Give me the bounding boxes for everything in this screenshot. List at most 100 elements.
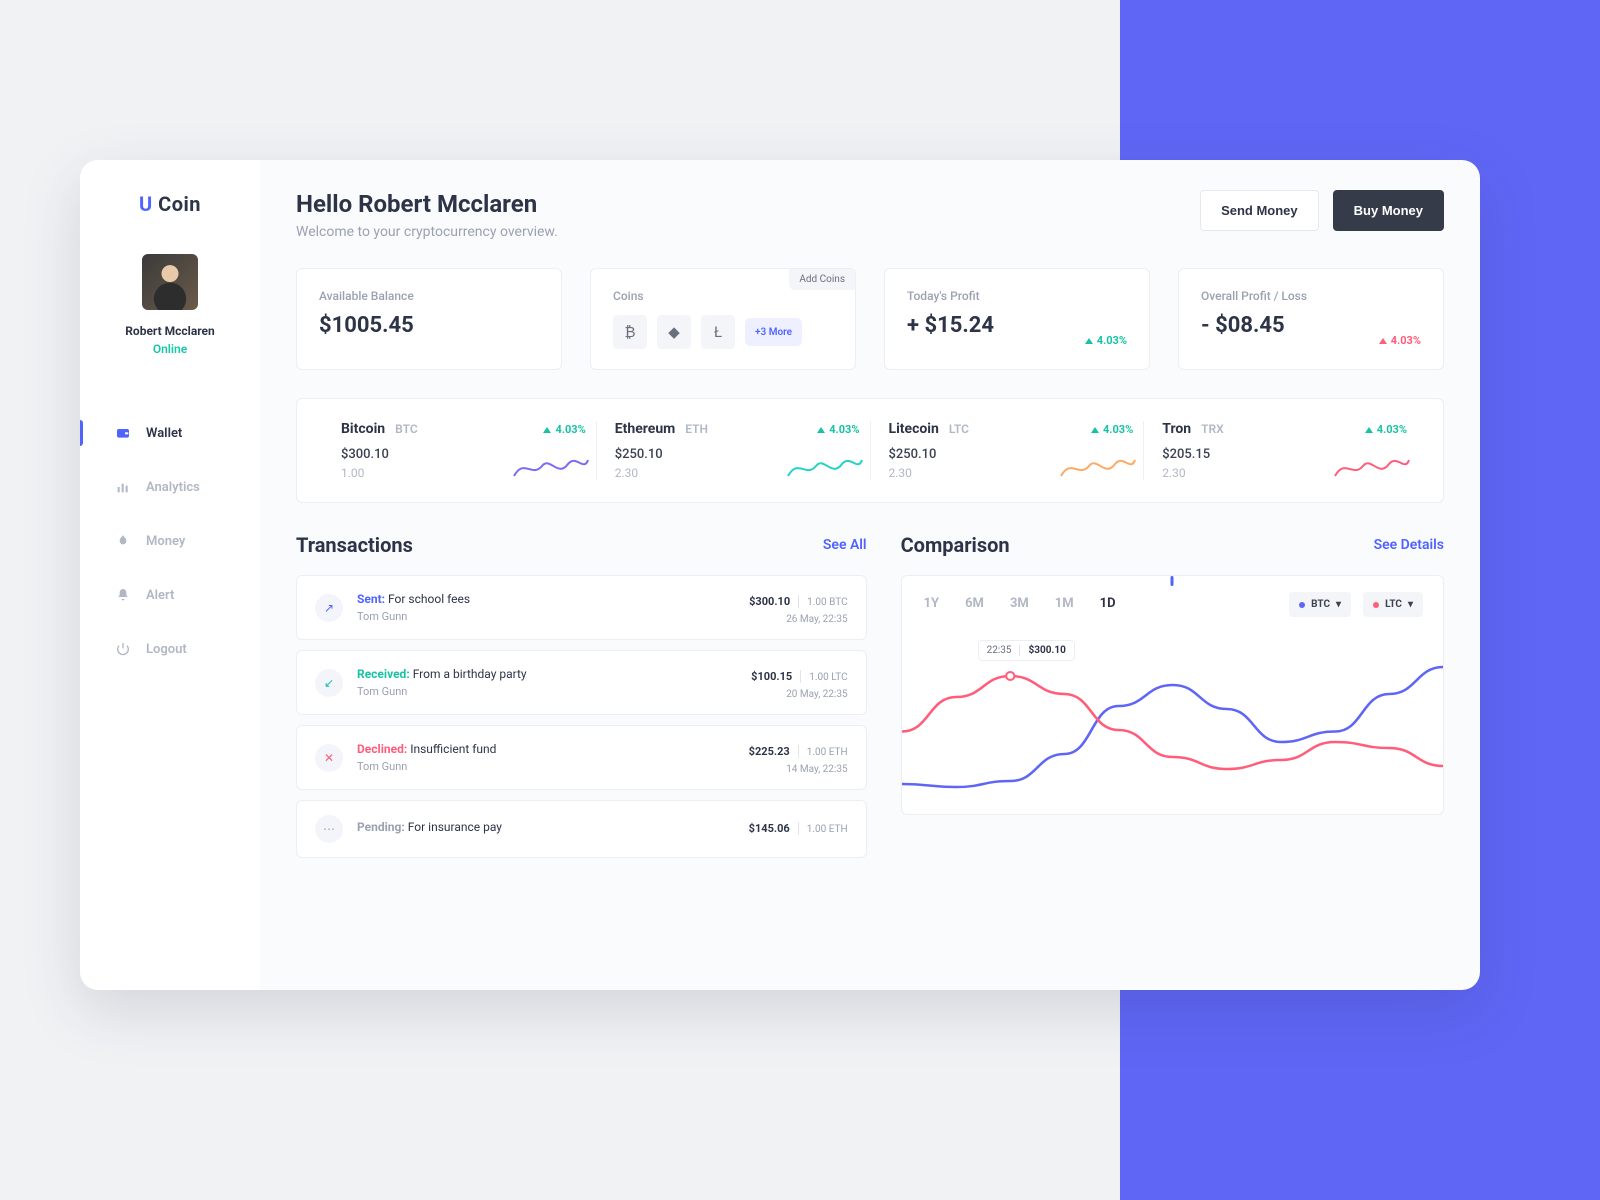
see-details-link[interactable]: See Details [1374,537,1444,553]
pct-change: 4.03% [543,423,585,436]
transactions-panel: Transactions See All ↗ Sent: For school … [296,533,867,868]
wallet-icon [114,424,132,442]
coin-name: Litecoin [889,421,939,437]
tx-status-icon: ✕ [315,744,343,772]
user-name: Robert Mcclaren [125,324,215,338]
nav-label: Analytics [146,480,200,495]
tx-coin-amount: 1.00 BTC [807,597,847,608]
buy-money-button[interactable]: Buy Money [1333,190,1444,231]
summary-cards: Available Balance $1005.45 Add Coins Coi… [296,268,1444,370]
transaction-row[interactable]: ↗ Sent: For school fees Tom Gunn $300.10… [296,575,867,640]
pct-change: 4.03% [1085,334,1127,347]
nav-logout[interactable]: Logout [80,622,260,676]
tx-counterparty: Tom Gunn [357,610,735,623]
range-3m[interactable]: 3M [1010,596,1029,611]
card-label: Overall Profit / Loss [1201,289,1421,303]
coin-chip-btc[interactable]: ₿ [613,315,647,349]
tx-counterparty: Tom Gunn [357,685,737,698]
see-all-link[interactable]: See All [823,537,867,553]
tx-counterparty: Tom Gunn [357,760,735,773]
more-coins-button[interactable]: +3 More [745,318,802,346]
sparkline [1059,452,1137,482]
main: Hello Robert Mcclaren Welcome to your cr… [260,160,1480,990]
pct-change: 4.03% [1091,423,1133,436]
money-icon [114,532,132,550]
tx-desc: For insurance pay [408,820,502,834]
coin-name: Bitcoin [341,421,385,437]
tx-amount: $300.10 [749,595,799,608]
tx-status: Pending: [357,820,405,834]
range-6m[interactable]: 6M [965,596,984,611]
nav-label: Alert [146,588,174,603]
bell-icon [114,586,132,604]
range-1y[interactable]: 1Y [924,596,940,611]
tx-date: 20 May, 22:35 [751,689,847,700]
nav: Wallet Analytics Money Alert Logout [80,406,260,676]
tx-amount: $225.23 [749,745,799,758]
nav-alert[interactable]: Alert [80,568,260,622]
sparkline [512,452,590,482]
pct-change: 4.03% [817,423,859,436]
coin-cell[interactable]: BitcoinBTC $300.10 1.00 4.03% [323,421,596,480]
tx-status: Received: [357,667,410,681]
send-money-button[interactable]: Send Money [1200,190,1319,231]
card-balance: Available Balance $1005.45 [296,268,562,370]
avatar[interactable] [142,254,198,310]
transaction-row[interactable]: ⋯ Pending: For insurance pay $145.061.00… [296,800,867,858]
logo: U Coin [139,192,201,216]
series-select-ltc[interactable]: LTC▾ [1363,592,1423,617]
add-coins-button[interactable]: Add Coins [789,269,855,290]
user-block: Robert Mcclaren Online [125,254,215,356]
nav-label: Logout [146,642,187,657]
nav-label: Money [146,534,185,549]
tx-coin-amount: 1.00 LTC [809,672,847,683]
tx-amount: $100.15 [751,670,801,683]
tx-status: Sent: [357,592,385,606]
card-label: Today's Profit [907,289,1127,303]
tx-status-icon: ↙ [315,669,343,697]
nav-wallet[interactable]: Wallet [80,406,260,460]
page-subtitle: Welcome to your cryptocurrency overview. [296,224,558,240]
sparkline [1333,452,1411,482]
nav-analytics[interactable]: Analytics [80,460,260,514]
coin-symbol: LTC [949,422,969,436]
coin-cell[interactable]: LitecoinLTC $250.10 2.30 4.03% [870,421,1144,480]
nav-label: Wallet [146,426,182,441]
coin-symbol: TRX [1201,422,1224,436]
page-title: Hello Robert Mcclaren [296,190,558,218]
comparison-panel: Comparison See Details 1Y 6M 3M 1M 1D BT… [901,533,1444,868]
coin-name: Ethereum [615,421,676,437]
tx-desc: For school fees [388,592,470,606]
series-select-btc[interactable]: BTC▾ [1289,592,1351,617]
coin-name: Tron [1162,421,1191,437]
chevron-down-icon: ▾ [1408,599,1413,610]
chart-pin-icon [1171,576,1174,586]
transaction-row[interactable]: ✕ Declined: Insufficient fund Tom Gunn $… [296,725,867,790]
chevron-down-icon: ▾ [1336,599,1341,610]
tx-status: Declined: [357,742,407,756]
pct-change: 4.03% [1365,423,1407,436]
chart-tooltip: 22:35 $300.10 [978,640,1075,661]
tx-desc: From a birthday party [413,667,527,681]
card-coins: Add Coins Coins ₿ ◆ Ł +3 More [590,268,856,370]
coin-symbol: BTC [395,422,418,436]
coin-cell[interactable]: TronTRX $205.15 2.30 4.03% [1143,421,1417,480]
coin-chip-eth[interactable]: ◆ [657,315,691,349]
card-overall-profit: Overall Profit / Loss - $08.45 4.03% [1178,268,1444,370]
coin-cell[interactable]: EthereumETH $250.10 2.30 4.03% [596,421,870,480]
header: Hello Robert Mcclaren Welcome to your cr… [296,190,1444,240]
range-1m[interactable]: 1M [1055,596,1074,611]
comparison-chart [902,664,1443,814]
transactions-list: ↗ Sent: For school fees Tom Gunn $300.10… [296,575,867,858]
range-1d[interactable]: 1D [1100,596,1116,611]
transaction-row[interactable]: ↙ Received: From a birthday party Tom Gu… [296,650,867,715]
app-window: U Coin Robert Mcclaren Online Wallet Ana… [80,160,1480,990]
comparison-title: Comparison [901,533,1010,557]
tx-amount: $145.06 [749,822,799,835]
tx-status-icon: ⋯ [315,815,343,843]
coin-strip: BitcoinBTC $300.10 1.00 4.03% EthereumET… [296,398,1444,503]
coin-chip-ltc[interactable]: Ł [701,315,735,349]
user-status: Online [125,342,215,356]
card-today-profit: Today's Profit + $15.24 4.03% [884,268,1150,370]
nav-money[interactable]: Money [80,514,260,568]
